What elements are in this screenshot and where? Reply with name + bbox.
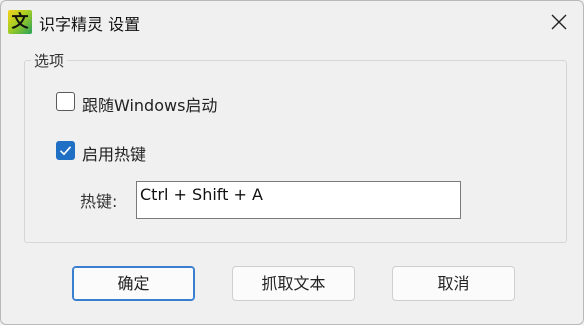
startup-checkbox-label[interactable]: 跟随Windows启动 [82,92,217,116]
close-icon [551,14,567,30]
hotkey-enable-checkbox[interactable] [56,141,75,160]
capture-text-button[interactable]: 抓取文本 [232,266,355,301]
window-title: 识字精灵 设置 [39,15,141,34]
ok-button[interactable]: 确定 [72,266,195,301]
app-icon: 文 [8,10,32,34]
hotkey-label: 热键: [80,192,118,211]
close-button[interactable] [539,6,579,38]
title-bar[interactable]: 文 识字精灵 设置 [1,1,583,43]
hotkey-input[interactable] [136,181,461,219]
hotkey-enable-label[interactable]: 启用热键 [82,141,146,165]
checkmark-icon [59,146,72,156]
settings-dialog: 文 识字精灵 设置 选项 跟随Windows启动 启用热键 热键: 确定 抓取文… [0,0,584,325]
options-group-label: 选项 [31,50,68,71]
app-icon-glyph: 文 [11,12,29,32]
startup-checkbox[interactable] [56,92,75,111]
cancel-button[interactable]: 取消 [392,266,515,301]
